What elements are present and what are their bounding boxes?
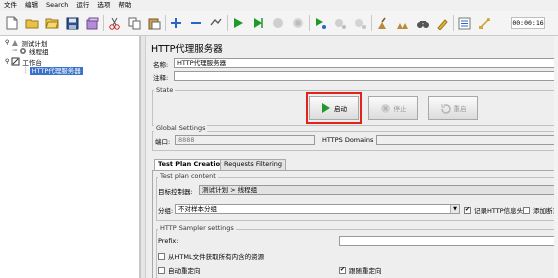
prefix-label: Prefix: bbox=[158, 237, 179, 245]
remote-start-icon[interactable] bbox=[311, 14, 329, 32]
tree-item-http-proxy[interactable]: ┊ HTTP代理服务器 bbox=[24, 66, 83, 75]
paste-icon[interactable] bbox=[145, 14, 163, 32]
gear-icon bbox=[20, 47, 27, 54]
checkbox-checked-icon: ✔ bbox=[464, 206, 471, 214]
page-title: HTTP代理服务器 bbox=[151, 44, 223, 55]
restart-icon bbox=[440, 103, 451, 114]
test-plan-content-title: Test plan content bbox=[158, 172, 218, 180]
stop-button[interactable]: 停止 bbox=[368, 96, 418, 120]
menu-edit[interactable]: 编辑 bbox=[21, 0, 42, 11]
name-label: 名称: bbox=[153, 61, 169, 69]
grouping-select-value: 不对样本分组 bbox=[178, 205, 217, 213]
record-headers-checkbox[interactable]: ✔ 记录HTTP信息头 bbox=[464, 205, 523, 215]
new-icon[interactable] bbox=[3, 14, 21, 32]
grouping-label: 分组: bbox=[158, 207, 174, 215]
target-controller-label: 目标控制器: bbox=[158, 188, 193, 196]
remote-exit-icon[interactable] bbox=[351, 14, 369, 32]
vertical-scrollbar[interactable] bbox=[554, 36, 558, 278]
tree-item-label: 线程组 bbox=[29, 47, 49, 56]
tree-item-workbench[interactable]: ⚲ 工作台 bbox=[5, 57, 42, 67]
checkbox-icon bbox=[158, 252, 165, 260]
test-plan-tree: ⚲ 测试计划 ⊸ 线程组 ⚲ 工作台 ┊ HTTP代理服务器 bbox=[0, 36, 141, 278]
tab-content: Test plan content 目标控制器: 测试计划 > 线程组 分组: … bbox=[152, 170, 558, 278]
menu-file[interactable]: 文件 bbox=[0, 0, 21, 11]
shutdown-icon[interactable] bbox=[289, 14, 307, 32]
start-no-pauses-icon[interactable] bbox=[249, 14, 267, 32]
auto-redirect-label: 自动重定向 bbox=[168, 267, 201, 275]
stop-icon[interactable] bbox=[269, 14, 287, 32]
add-assertions-checkbox[interactable]: 添加断言 bbox=[523, 205, 558, 215]
http-proxy-editor: HTTP代理服务器 名称: HTTP代理服务器 注释: State 启动 停止 … bbox=[147, 36, 558, 278]
tree-line-icon: ┊ bbox=[24, 67, 28, 74]
checkbox-checked-icon: ✔ bbox=[339, 266, 346, 274]
stop-icon bbox=[380, 103, 390, 113]
tree-item-thread-group[interactable]: ⊸ 线程组 bbox=[12, 46, 49, 56]
target-controller-select[interactable]: 测试计划 > 线程组 bbox=[199, 185, 558, 195]
comment-label: 注释: bbox=[153, 74, 169, 82]
menu-search[interactable]: Search bbox=[42, 0, 72, 11]
grouping-select[interactable]: 不对样本分组 ▼ bbox=[175, 204, 460, 214]
clear-icon[interactable] bbox=[373, 14, 391, 32]
auto-redirect-checkbox[interactable]: 自动重定向 bbox=[158, 265, 201, 275]
reset-search-icon[interactable] bbox=[433, 14, 451, 32]
follow-redirects-label: 跟随重定向 bbox=[349, 267, 382, 275]
collapse-toggle-icon[interactable]: ⚲ bbox=[5, 39, 9, 46]
tab-requests-filtering[interactable]: Requests Filtering bbox=[220, 159, 287, 170]
collapse-icon[interactable] bbox=[187, 14, 205, 32]
help-icon[interactable] bbox=[475, 14, 493, 32]
port-field[interactable]: 8888 bbox=[175, 135, 315, 145]
workbench-icon bbox=[11, 57, 20, 66]
tree-item-label-selected: HTTP代理服务器 bbox=[29, 66, 83, 75]
jmeter-window: 文件 编辑 Search 运行 选项 帮助 00:00:16 ⚲ 测试计划 ⊸ … bbox=[0, 0, 558, 278]
menu-run[interactable]: 运行 bbox=[72, 0, 93, 11]
remote-stop-icon[interactable] bbox=[331, 14, 349, 32]
restart-button[interactable]: 重启 bbox=[428, 96, 478, 120]
templates-icon[interactable] bbox=[23, 14, 41, 32]
checkbox-icon bbox=[158, 266, 165, 274]
record-headers-label: 记录HTTP信息头 bbox=[474, 207, 524, 215]
tab-test-plan-creation[interactable]: Test Plan Creation bbox=[154, 159, 229, 170]
name-field[interactable]: HTTP代理服务器 bbox=[174, 58, 558, 68]
port-label: 端口: bbox=[155, 138, 171, 146]
http-sampler-settings-title: HTTP Sampler settings bbox=[158, 224, 236, 232]
global-settings-title: Global Settings bbox=[154, 124, 208, 132]
https-domains-label: HTTPS Domains : bbox=[322, 136, 378, 144]
stop-button-label: 停止 bbox=[393, 105, 407, 113]
cut-icon[interactable] bbox=[105, 14, 123, 32]
toggle-icon[interactable] bbox=[207, 14, 225, 32]
expand-icon[interactable] bbox=[167, 14, 185, 32]
tree-line-icon: ⊸ bbox=[12, 47, 18, 54]
chevron-down-icon: ▼ bbox=[450, 205, 459, 213]
state-title: State bbox=[154, 86, 176, 94]
collapse-toggle-icon[interactable]: ⚲ bbox=[5, 58, 9, 65]
retrieve-resources-label: 从HTML文件获取所有内含的资源 bbox=[168, 253, 265, 261]
clear-all-icon[interactable] bbox=[393, 14, 411, 32]
save-icon[interactable] bbox=[63, 14, 81, 32]
comment-field[interactable] bbox=[174, 71, 558, 81]
highlight-box bbox=[306, 92, 362, 124]
tree-item-label: 工作台 bbox=[22, 58, 42, 67]
copy-icon[interactable] bbox=[125, 14, 143, 32]
open-icon[interactable] bbox=[43, 14, 61, 32]
save-as-icon[interactable] bbox=[83, 14, 101, 32]
https-domains-field[interactable] bbox=[376, 135, 558, 145]
follow-redirects-checkbox[interactable]: ✔ 跟随重定向 bbox=[339, 265, 382, 275]
menu-help[interactable]: 帮助 bbox=[114, 0, 135, 11]
menu-bar: 文件 编辑 Search 运行 选项 帮助 bbox=[0, 0, 558, 11]
retrieve-resources-checkbox[interactable]: 从HTML文件获取所有内含的资源 bbox=[158, 251, 264, 261]
restart-button-label: 重启 bbox=[453, 105, 467, 113]
menu-options[interactable]: 选项 bbox=[93, 0, 114, 11]
prefix-field[interactable] bbox=[339, 236, 558, 246]
function-helper-icon[interactable] bbox=[455, 14, 473, 32]
start-icon[interactable] bbox=[229, 14, 247, 32]
checkbox-icon bbox=[523, 206, 530, 214]
search-icon[interactable] bbox=[413, 14, 431, 32]
elapsed-timer: 00:00:16 bbox=[511, 17, 545, 29]
splitter[interactable] bbox=[141, 36, 146, 278]
toolbar: 00:00:16 bbox=[0, 11, 558, 36]
